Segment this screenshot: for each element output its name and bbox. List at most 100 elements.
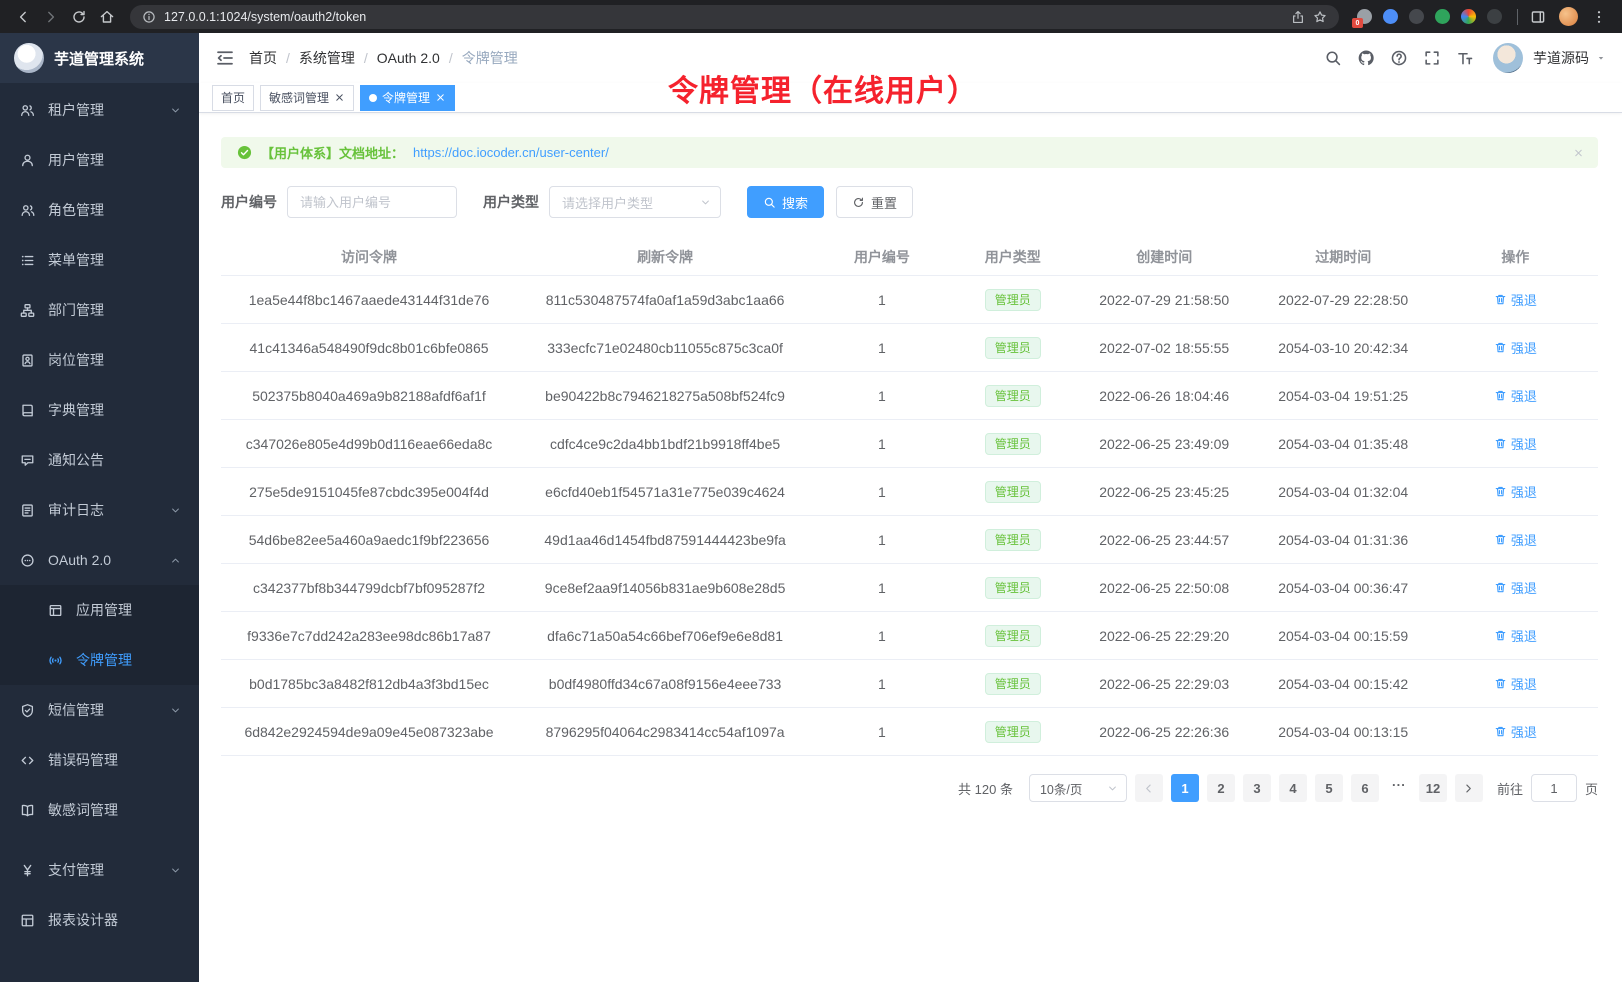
action-cell: 强退 xyxy=(1433,722,1598,741)
site-info-icon[interactable] xyxy=(142,10,156,24)
sidebar-item-label: 角色管理 xyxy=(48,200,104,220)
dept-icon xyxy=(20,303,35,318)
page-button[interactable]: 3 xyxy=(1243,774,1271,802)
tab-item[interactable]: 首页 xyxy=(212,85,254,111)
font-size-icon[interactable] xyxy=(1448,38,1481,78)
sidebar-item[interactable]: 用户管理 xyxy=(0,135,199,185)
help-icon[interactable] xyxy=(1382,38,1415,78)
user-id-input[interactable] xyxy=(287,186,457,218)
force-logout-button[interactable]: 强退 xyxy=(1494,626,1537,645)
sidebar-item[interactable]: 角色管理 xyxy=(0,185,199,235)
table-header-row: 访问令牌刷新令牌用户编号用户类型创建时间过期时间操作 xyxy=(221,238,1598,276)
sidebar-toggle-icon[interactable] xyxy=(215,48,235,68)
sidebar-item[interactable]: 应用管理 xyxy=(0,585,199,635)
caret-down-icon[interactable] xyxy=(1596,53,1606,63)
bookmark-star-icon[interactable] xyxy=(1313,10,1327,24)
page-size-select[interactable]: 10条/页 xyxy=(1029,774,1127,802)
search-button[interactable]: 搜索 xyxy=(747,186,824,218)
sidebar-item[interactable]: OAuth 2.0 xyxy=(0,535,199,585)
sidebar-item[interactable]: 敏感词管理 xyxy=(0,785,199,835)
side-panel-icon[interactable] xyxy=(1525,4,1551,30)
home-icon[interactable] xyxy=(94,4,120,30)
sidebar-item[interactable]: 审计日志 xyxy=(0,485,199,535)
refresh-token-cell: be90422b8c7946218275a508bf524fc9 xyxy=(517,388,813,404)
page-button[interactable]: 12 xyxy=(1419,774,1447,802)
extension-blue-icon[interactable] xyxy=(1383,9,1398,24)
sidebar-item-label: 字典管理 xyxy=(48,400,104,420)
goto-page-input[interactable] xyxy=(1531,774,1577,802)
back-icon[interactable] xyxy=(10,4,36,30)
extension-green-icon[interactable] xyxy=(1435,9,1450,24)
sidebar-item[interactable]: 字典管理 xyxy=(0,385,199,435)
sidebar-item[interactable]: 租户管理 xyxy=(0,85,199,135)
share-icon[interactable] xyxy=(1291,10,1305,24)
tab-item[interactable]: 令牌管理 xyxy=(360,85,455,111)
pagination-ellipsis[interactable]: ... xyxy=(1387,774,1411,802)
force-logout-button[interactable]: 强退 xyxy=(1494,290,1537,309)
force-logout-button[interactable]: 强退 xyxy=(1494,722,1537,741)
force-logout-button[interactable]: 强退 xyxy=(1494,482,1537,501)
chevron-down-icon xyxy=(1107,783,1118,794)
user-icon xyxy=(20,153,35,168)
prev-page-button[interactable] xyxy=(1135,774,1163,802)
user-id-cell: 1 xyxy=(813,532,951,548)
sidebar-item-label: 部门管理 xyxy=(48,300,104,320)
page-button[interactable]: 2 xyxy=(1207,774,1235,802)
expire-time-cell: 2054-03-04 00:36:47 xyxy=(1254,580,1433,596)
user-type-group: 用户类型 请选择用户类型 xyxy=(483,186,721,218)
extension-blocker-icon[interactable]: 0 xyxy=(1357,9,1372,24)
page-button[interactable]: 4 xyxy=(1279,774,1307,802)
app-logo[interactable]: 芋道管理系统 xyxy=(0,33,199,83)
sidebar-item[interactable]: 令牌管理 xyxy=(0,635,199,685)
alert-text: 【用户体系】文档地址： xyxy=(261,143,404,162)
sidebar-item[interactable]: 菜单管理 xyxy=(0,235,199,285)
close-icon[interactable] xyxy=(435,92,446,103)
alert-link[interactable]: https://doc.iocoder.cn/user-center/ xyxy=(413,145,609,160)
breadcrumb-item[interactable]: 首页 xyxy=(249,48,277,68)
browser-profile-avatar[interactable] xyxy=(1559,7,1578,26)
user-type-select[interactable]: 请选择用户类型 xyxy=(549,186,721,218)
page-button[interactable]: 1 xyxy=(1171,774,1199,802)
tab-item[interactable]: 敏感词管理 xyxy=(260,85,354,111)
force-logout-button[interactable]: 强退 xyxy=(1494,434,1537,453)
extension-dark-ring-icon[interactable] xyxy=(1409,9,1424,24)
force-logout-button[interactable]: 强退 xyxy=(1494,386,1537,405)
force-logout-button[interactable]: 强退 xyxy=(1494,530,1537,549)
next-page-button[interactable] xyxy=(1455,774,1483,802)
browser-menu-icon[interactable] xyxy=(1586,4,1612,30)
sidebar-item[interactable]: 支付管理 xyxy=(0,845,199,895)
force-logout-button[interactable]: 强退 xyxy=(1494,578,1537,597)
search-icon[interactable] xyxy=(1316,38,1349,78)
alert-close-icon[interactable] xyxy=(1573,147,1584,158)
force-logout-button[interactable]: 强退 xyxy=(1494,338,1537,357)
extension-gray-icon[interactable] xyxy=(1487,9,1502,24)
force-logout-button[interactable]: 强退 xyxy=(1494,674,1537,693)
sidebar-item[interactable]: 短信管理 xyxy=(0,685,199,735)
sidebar-item[interactable]: 部门管理 xyxy=(0,285,199,335)
github-icon[interactable] xyxy=(1349,38,1382,78)
sidebar-item[interactable]: 通知公告 xyxy=(0,435,199,485)
user-type-badge: 管理员 xyxy=(985,337,1041,359)
sidebar-item[interactable]: 错误码管理 xyxy=(0,735,199,785)
reload-icon[interactable] xyxy=(66,4,92,30)
page-button[interactable]: 6 xyxy=(1351,774,1379,802)
tab-label: 首页 xyxy=(221,89,245,106)
sidebar-item[interactable]: 岗位管理 xyxy=(0,335,199,385)
reset-button[interactable]: 重置 xyxy=(836,186,913,218)
url-text: 127.0.0.1:1024/system/oauth2/token xyxy=(164,10,1283,24)
sidebar-item[interactable]: 报表设计器 xyxy=(0,895,199,945)
user-avatar[interactable] xyxy=(1493,43,1523,73)
breadcrumb-item[interactable]: 系统管理 xyxy=(299,48,355,68)
page-button[interactable]: 5 xyxy=(1315,774,1343,802)
user-name[interactable]: 芋道源码 xyxy=(1533,48,1589,68)
forward-icon[interactable] xyxy=(38,4,64,30)
user-id-cell: 1 xyxy=(813,388,951,404)
refresh-token-cell: b0df4980ffd34c67a08f9156e4eee733 xyxy=(517,676,813,692)
breadcrumb-item[interactable]: OAuth 2.0 xyxy=(377,50,440,66)
close-icon[interactable] xyxy=(334,92,345,103)
address-bar[interactable]: 127.0.0.1:1024/system/oauth2/token xyxy=(130,5,1339,29)
extension-pinwheel-icon[interactable] xyxy=(1461,9,1476,24)
user-id-cell: 1 xyxy=(813,724,951,740)
access-token-cell: c347026e805e4d99b0d116eae66eda8c xyxy=(221,436,517,452)
fullscreen-icon[interactable] xyxy=(1415,38,1448,78)
